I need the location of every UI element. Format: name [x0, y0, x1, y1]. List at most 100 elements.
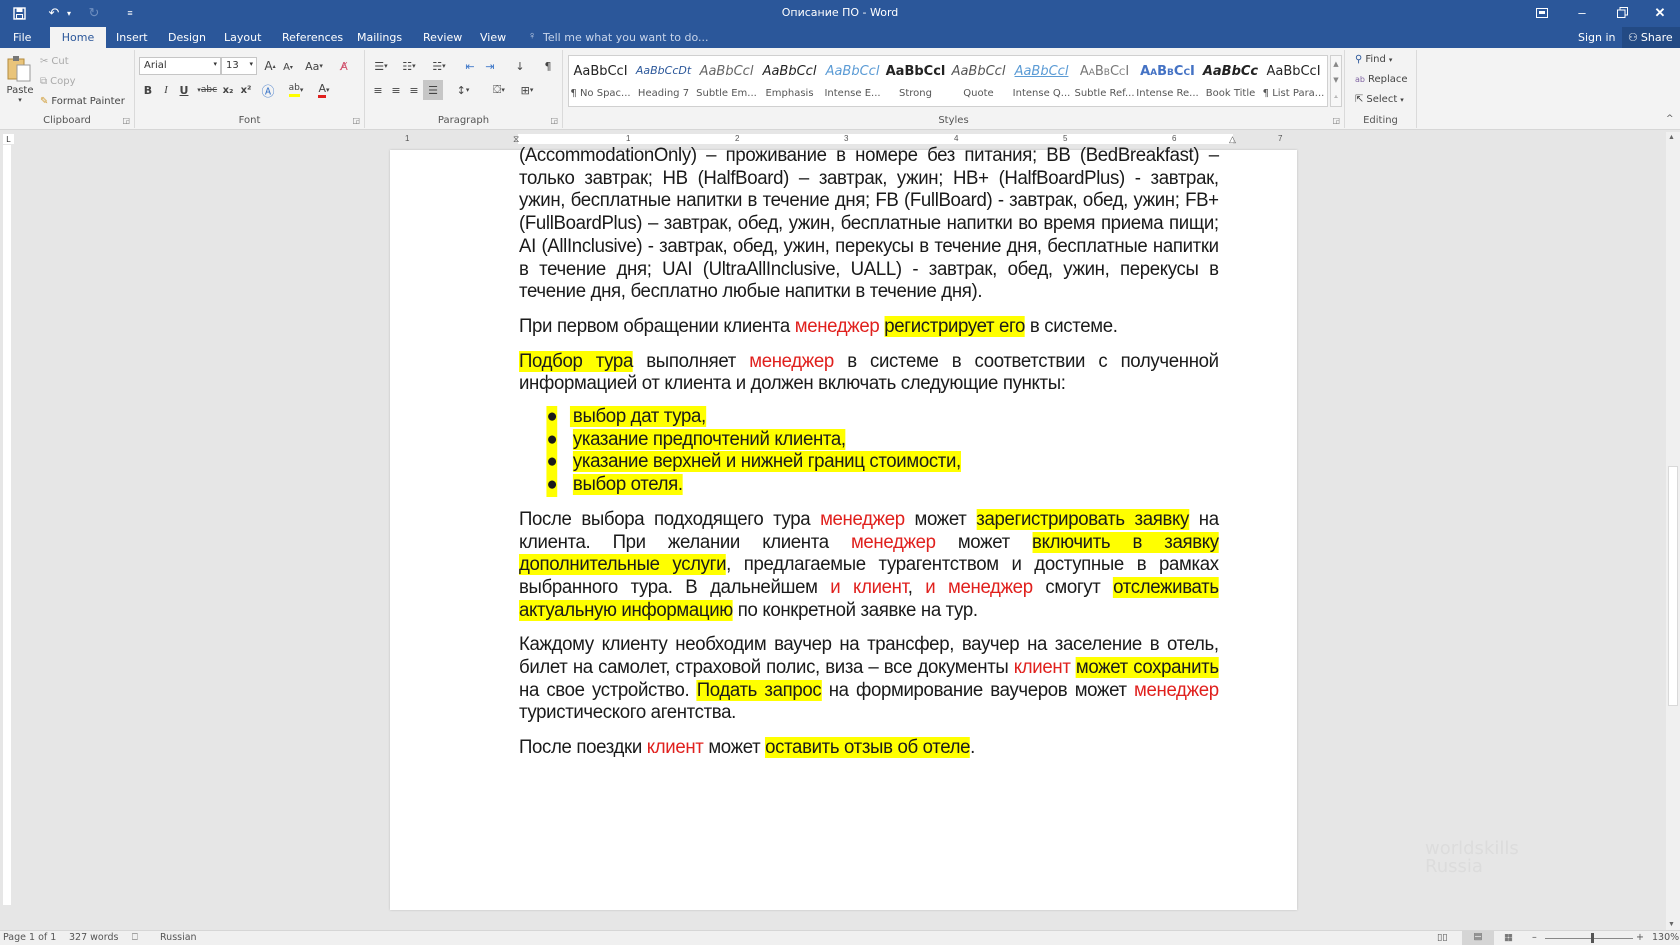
tab-selector[interactable]: L [3, 134, 14, 144]
tab-file[interactable]: File [2, 27, 42, 48]
borders-icon[interactable]: ⊞ ▾ [515, 81, 539, 99]
numbering-icon[interactable]: ☷ ▾ [397, 57, 421, 75]
tab-mailings[interactable]: Mailings [346, 27, 413, 48]
print-layout-icon[interactable]: ▤ [1462, 931, 1494, 945]
zoom-slider-thumb[interactable] [1591, 933, 1595, 943]
justify-icon[interactable]: ☰ [423, 80, 443, 100]
bullets-icon[interactable]: ☰ ▾ [369, 57, 393, 75]
text-run: на формирование ваучеров может [821, 679, 1135, 701]
subscript-button[interactable]: x₂ [219, 81, 237, 99]
align-right-icon[interactable]: ≡ [405, 81, 423, 99]
bullet-icon: ● [546, 406, 558, 429]
zoom-level[interactable]: 130% [1652, 932, 1679, 943]
close-icon[interactable]: ✕ [1640, 0, 1680, 25]
text-run: может [904, 508, 977, 530]
read-mode-icon[interactable]: ▯▯ [1437, 932, 1447, 943]
scissors-icon: ✂ [40, 56, 49, 67]
ribbon-display-icon[interactable] [1522, 0, 1562, 25]
share-button[interactable]: ⚇ Share [1622, 27, 1680, 48]
collapse-ribbon-icon[interactable]: ^ [1666, 114, 1674, 124]
align-center-icon[interactable]: ≡ [387, 81, 405, 99]
zoom-in-button[interactable]: + [1636, 932, 1644, 943]
actor-client: клиент [1013, 657, 1071, 679]
line-spacing-icon[interactable]: ↕ ▾ [451, 81, 475, 99]
language[interactable]: Russian [160, 932, 197, 943]
bullet-list: ● выбор дат тура, ● указание предпочтений … [546, 406, 1218, 497]
increase-indent-icon[interactable]: ⇥ [481, 57, 499, 75]
dialog-launcher-icon[interactable]: ◲ [352, 116, 360, 125]
actor-manager: менеджер [820, 508, 905, 530]
indent-marker-icon[interactable]: ⧖ [513, 134, 519, 145]
text-run: в системе. [1025, 315, 1118, 337]
cut-button[interactable]: ✂ Cut [40, 56, 69, 67]
bold-button[interactable]: B [139, 81, 157, 99]
tab-references[interactable]: References [271, 27, 354, 48]
tell-me-input[interactable]: Tell me what you want to do... [543, 31, 709, 44]
paste-button[interactable]: Paste ▾ [5, 55, 35, 113]
ruler-tick: 5 [1063, 134, 1068, 143]
brush-icon: ✎ [40, 96, 49, 107]
scrollbar-thumb[interactable] [1668, 466, 1678, 706]
share-label: Share [1640, 31, 1673, 44]
replace-icon: ab [1355, 75, 1365, 84]
vertical-ruler-text-area [3, 145, 11, 905]
list-item: ● выбор дат тура, [546, 406, 1218, 429]
document-page[interactable]: (AccommodationOnly) – проживание в номер… [390, 145, 1297, 910]
font-name-value: Arial [144, 60, 167, 71]
proofing-icon[interactable]: ⎕ [132, 932, 138, 943]
dialog-launcher-icon[interactable]: ◲ [550, 116, 558, 125]
vertical-ruler[interactable] [0, 145, 14, 905]
shrink-font-icon[interactable]: A ▾ [279, 58, 297, 76]
tab-view[interactable]: View [469, 27, 517, 48]
multilevel-list-icon[interactable]: ☵ ▾ [427, 57, 451, 75]
horizontal-ruler[interactable]: 1 ⧖ 1 2 3 4 5 6 △ 7 [385, 134, 1295, 144]
replace-button[interactable]: ab Replace [1355, 74, 1408, 85]
document-body[interactable]: (AccommodationOnly) – проживание в номер… [519, 145, 1219, 772]
sort-icon[interactable]: ↓ [511, 57, 529, 75]
minimize-icon[interactable]: – [1562, 0, 1602, 25]
decrease-indent-icon[interactable]: ⇤ [461, 57, 479, 75]
italic-button[interactable]: I [157, 81, 175, 99]
word-count[interactable]: 327 words [69, 932, 118, 943]
page-count[interactable]: Page 1 of 1 [3, 932, 56, 943]
dialog-launcher-icon[interactable]: ◲ [1332, 116, 1340, 125]
show-formatting-icon[interactable]: ¶ [539, 57, 557, 75]
tab-home[interactable]: Home [50, 27, 106, 48]
strikethrough-button[interactable]: abc [197, 81, 221, 99]
format-painter-button[interactable]: ✎ Format Painter [40, 96, 125, 107]
text-run: может [703, 737, 766, 759]
scroll-up-icon[interactable]: ▲ [1668, 134, 1675, 141]
dialog-launcher-icon[interactable]: ◲ [122, 116, 130, 125]
web-layout-icon[interactable]: ▦ [1504, 932, 1513, 943]
zoom-slider[interactable] [1545, 938, 1633, 939]
tab-layout[interactable]: Layout [213, 27, 272, 48]
shading-icon[interactable]: ⛋ ▾ [487, 81, 511, 99]
restore-icon[interactable] [1602, 0, 1642, 25]
font-size-select[interactable]: 13 ▾ [221, 57, 257, 75]
vertical-scrollbar[interactable]: ▲ ▼ [1666, 132, 1680, 930]
scroll-down-icon[interactable]: ▼ [1668, 921, 1675, 928]
window-title: Описание ПО - Word [781, 6, 899, 19]
list-item-text: указание предпочтений клиента, [572, 428, 846, 450]
copy-button[interactable]: ⧉ Copy [40, 76, 76, 87]
highlight-color-icon[interactable]: ab ▾ [285, 81, 307, 99]
tab-design[interactable]: Design [157, 27, 217, 48]
highlighted-action: может сохранить [1075, 657, 1219, 679]
text-effects-icon[interactable]: Ⓐ [259, 81, 277, 100]
font-name-select[interactable]: Arial ▾ [139, 57, 221, 75]
ruler-tick: 6 [1172, 134, 1177, 143]
grow-font-icon[interactable]: A ▴ [261, 57, 279, 75]
change-case-button[interactable]: Aa ▾ [301, 57, 327, 75]
sign-in-link[interactable]: Sign in [1578, 31, 1616, 44]
find-button[interactable]: ⚲ Find ▾ [1355, 54, 1392, 65]
zoom-out-button[interactable]: – [1532, 932, 1537, 943]
align-left-icon[interactable]: ≡ [369, 81, 387, 99]
right-indent-marker-icon[interactable]: △ [1229, 134, 1236, 145]
clear-formatting-icon[interactable]: A̸ [335, 57, 353, 75]
select-button[interactable]: ⇱ Select ▾ [1355, 94, 1404, 105]
font-color-icon[interactable]: A ▾ [313, 81, 335, 99]
tab-review[interactable]: Review [412, 27, 473, 48]
paragraph-vouchers: Каждому клиенту необходим ваучер на тран… [519, 634, 1219, 725]
tab-insert[interactable]: Insert [105, 27, 159, 48]
superscript-button[interactable]: x² [237, 81, 255, 99]
